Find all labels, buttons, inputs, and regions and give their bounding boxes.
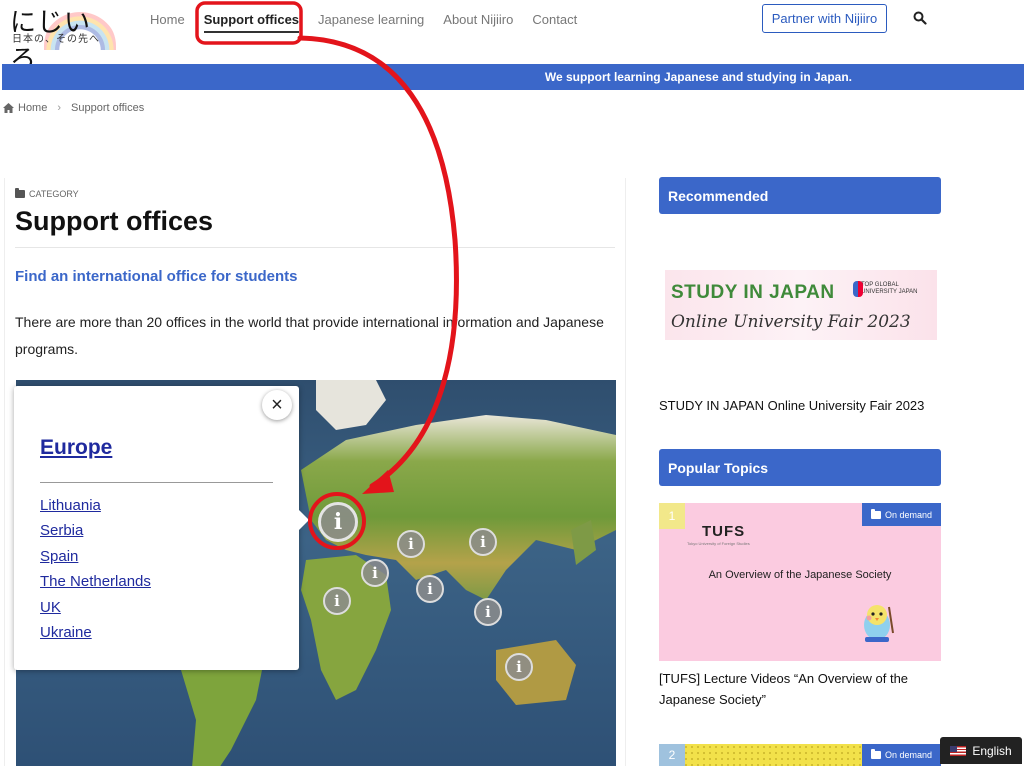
tufs-logo: TUFS [702, 523, 746, 540]
map-pin-north-africa[interactable]: i [361, 559, 389, 587]
on-demand-badge: On demand [861, 503, 941, 526]
folder-icon [870, 749, 881, 759]
folder-icon [870, 508, 881, 519]
fair-banner-badge: TOP GLOBAL UNIVERSITY JAPAN [853, 281, 931, 297]
popup-close-button[interactable]: × [262, 390, 292, 420]
breadcrumb-chevron-icon: › [57, 102, 62, 114]
popup-country-link[interactable]: Serbia [40, 518, 151, 543]
on-demand-badge: On demand [861, 744, 941, 766]
title-divider [15, 247, 615, 248]
landmass-greenland [316, 380, 386, 430]
info-icon: i [334, 592, 340, 610]
fair-banner-title: STUDY IN JAPAN [671, 282, 835, 303]
popup-country-link[interactable]: Spain [40, 544, 151, 569]
popular-topics-heading: Popular Topics [659, 449, 941, 486]
breadcrumb-current: Support offices [71, 102, 145, 114]
page-title: Support offices [15, 206, 214, 236]
map-pin-middle-east[interactable]: i [397, 530, 425, 558]
info-icon: i [372, 564, 378, 582]
tagline-banner: We support learning Japanese and studyin… [2, 64, 1024, 90]
banner-text: We support learning Japanese and studyin… [544, 70, 852, 84]
fair-banner-subtitle: Online University Fair 2023 [671, 312, 911, 332]
thumbnail-text: An Overview of the Japanese Society [708, 569, 892, 581]
popup-country-link[interactable]: Lithuania [40, 493, 151, 518]
info-icon: i [408, 535, 414, 553]
category-label: CATEGORY [15, 188, 79, 199]
on-demand-text: On demand [884, 509, 932, 520]
nav-contact[interactable]: Contact [532, 10, 577, 33]
nav-home[interactable]: Home [150, 10, 185, 33]
rank-badge: 1 [659, 503, 685, 529]
topic-thumbnail[interactable]: 2 On demand [659, 744, 941, 766]
us-flag-icon [950, 745, 967, 756]
map-pin-south-asia[interactable]: i [416, 575, 444, 603]
topic-card[interactable]: 1 On demand TUFS Tokyo University of For… [659, 503, 941, 710]
main-nav: Home Support offices Japanese learning A… [150, 10, 596, 33]
map-pin-europe[interactable]: i [318, 502, 358, 542]
popup-country-link[interactable]: UK [40, 595, 151, 620]
language-label: English [972, 743, 1012, 758]
tufs-logo-subtext: Tokyo University of Foreign Studies [687, 541, 750, 546]
section-subtitle: Find an international office for student… [15, 268, 298, 285]
recommended-heading: Recommended [659, 177, 941, 214]
intro-text: There are more than 20 offices in the wo… [15, 314, 604, 357]
language-switcher[interactable]: English [940, 737, 1022, 764]
popup-country-link[interactable]: The Netherlands [40, 569, 151, 594]
nav-support-offices[interactable]: Support offices [203, 10, 300, 33]
popup-country-list: Lithuania Serbia Spain The Netherlands U… [40, 493, 151, 645]
nav-about-nijiiro[interactable]: About Nijiiro [443, 10, 513, 33]
map-pin-oceania[interactable]: i [505, 653, 533, 681]
on-demand-text: On demand [884, 750, 932, 760]
map-pin-east-asia[interactable]: i [469, 528, 497, 556]
map-pin-africa[interactable]: i [323, 587, 351, 615]
nav-japanese-learning[interactable]: Japanese learning [318, 10, 424, 33]
category-text: CATEGORY [29, 189, 79, 199]
map-pin-southeast-asia[interactable]: i [474, 598, 502, 626]
map-popup: × Europe Lithuania Serbia Spain The Neth… [14, 386, 309, 670]
popup-divider [40, 482, 273, 483]
topic-title-link[interactable]: [TUFS] Lecture Videos “An Overview of th… [659, 668, 941, 710]
rank-badge: 2 [659, 744, 685, 766]
logo-tagline: 日本の、その先へ [12, 34, 100, 45]
topic-card[interactable]: 2 On demand [659, 744, 941, 766]
popup-country-link[interactable]: Ukraine [40, 620, 151, 645]
bird-mascot-icon [864, 605, 894, 642]
info-icon: i [427, 580, 433, 598]
breadcrumb-home[interactable]: Home [18, 102, 47, 114]
fair-banner-image[interactable]: STUDY IN JAPAN Online University Fair 20… [665, 270, 937, 340]
close-icon: × [271, 393, 283, 416]
breadcrumb: Home › Support offices [3, 102, 144, 114]
site-logo[interactable]: にじいろ 日本の、その先へ [4, 2, 116, 75]
partner-button[interactable]: Partner with Nijiiro [762, 4, 887, 33]
fair-caption-link[interactable]: STUDY IN JAPAN Online University Fair 20… [659, 398, 924, 413]
fair-badge-text: TOP GLOBAL UNIVERSITY JAPAN [861, 282, 918, 295]
info-icon: i [333, 509, 343, 535]
popup-region-title[interactable]: Europe [40, 436, 112, 460]
info-icon: i [480, 533, 486, 551]
info-icon: i [516, 658, 522, 676]
butterfly-logo-icon [853, 281, 863, 297]
folder-icon [15, 188, 25, 198]
topic-thumbnail[interactable]: 1 On demand TUFS Tokyo University of For… [659, 503, 941, 661]
search-icon[interactable] [913, 11, 927, 25]
info-icon: i [485, 603, 491, 621]
home-icon [3, 103, 14, 113]
